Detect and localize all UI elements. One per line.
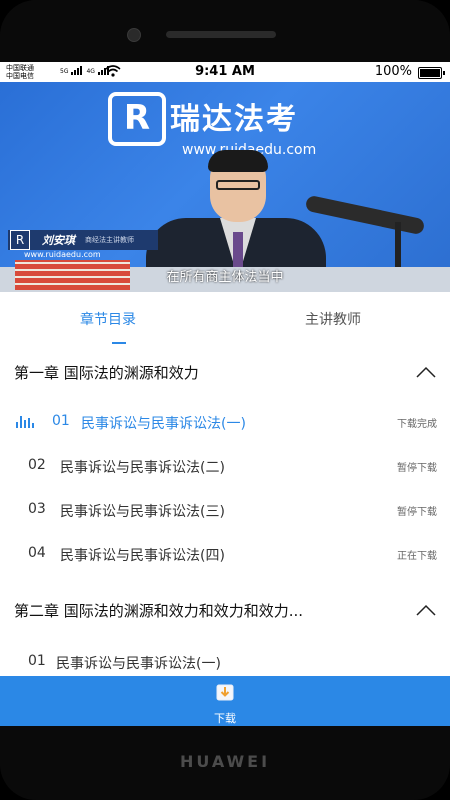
lesson-item[interactable]: 02 民事诉讼与民事诉讼法(二) 暂停下载 — [0, 444, 450, 488]
lesson-item[interactable]: 04 民事诉讼与民事诉讼法(四) 正在下载 — [0, 532, 450, 576]
download-status[interactable]: 暂停下载 — [397, 503, 437, 518]
chapter-header-1[interactable]: 第一章 国际法的渊源和效力 — [0, 350, 450, 396]
download-button-label[interactable]: 下载 — [0, 710, 450, 726]
lesson-number: 02 — [28, 457, 46, 473]
chevron-up-icon[interactable] — [416, 604, 436, 616]
device-brand-logo: HUAWEI — [179, 752, 271, 771]
tab-bar: 章节目录 主讲教师 — [0, 292, 450, 346]
lesson-number: 01 — [28, 653, 46, 669]
lesson-title: 民事诉讼与民事诉讼法(四) — [60, 548, 225, 564]
download-icon[interactable] — [215, 682, 235, 702]
lesson-title: 民事诉讼与民事诉讼法(一) — [56, 656, 221, 672]
chapter-title: 第一章 国际法的渊源和效力 — [14, 364, 199, 382]
presenter-name-tag: R 刘安琪 商经法主讲教师 — [8, 230, 158, 250]
playing-equalizer-icon — [16, 416, 34, 428]
chevron-up-icon[interactable] — [416, 366, 436, 378]
front-camera — [127, 28, 141, 42]
phone-frame: 中国联通 中国电信 5G 4G 9:41 AM 100% R 瑞达法考 www.… — [0, 0, 450, 800]
lesson-item[interactable]: 01 民事诉讼与民事诉讼法(一) 下载完成 — [0, 400, 450, 444]
earpiece-speaker — [166, 31, 276, 38]
download-status[interactable]: 暂停下载 — [397, 459, 437, 474]
lesson-number: 03 — [28, 501, 46, 517]
presenter-title: 商经法主讲教师 — [85, 236, 134, 244]
presenter-name: 刘安琪 — [42, 234, 75, 247]
name-tag-logo-icon: R — [10, 230, 30, 250]
chapter-title: 第二章 国际法的渊源和效力和效力和效力... — [14, 602, 304, 620]
screen: 中国联通 中国电信 5G 4G 9:41 AM 100% R 瑞达法考 www.… — [0, 62, 450, 726]
lesson-number: 01 — [52, 413, 70, 429]
video-subtitle: 在所有商主体法当中 — [166, 270, 284, 285]
lesson-title: 民事诉讼与民事诉讼法(二) — [60, 460, 225, 476]
lesson-title: 民事诉讼与民事诉讼法(三) — [60, 504, 225, 520]
tab-chapters[interactable]: 章节目录 — [80, 309, 136, 329]
active-tab-indicator — [112, 342, 126, 344]
battery-icon — [418, 67, 445, 79]
brand-logo-text: 瑞达法考 — [170, 102, 298, 137]
lesson-number: 04 — [28, 545, 46, 561]
battery-percent: 100% — [374, 64, 412, 79]
download-status[interactable]: 下载完成 — [397, 415, 437, 430]
status-bar: 中国联通 中国电信 5G 4G 9:41 AM 100% — [0, 62, 450, 82]
lesson-item[interactable]: 03 民事诉讼与民事诉讼法(三) 暂停下载 — [0, 488, 450, 532]
top-bezel — [0, 0, 450, 62]
lesson-title: 民事诉讼与民事诉讼法(一) — [81, 416, 246, 432]
book-url: www.ruidaedu.com — [24, 250, 101, 259]
chapter-header-2[interactable]: 第二章 国际法的渊源和效力和效力和效力... — [0, 588, 450, 634]
tab-teacher[interactable]: 主讲教师 — [305, 309, 361, 329]
bottom-bezel: HUAWEI — [0, 726, 450, 800]
brand-logo-icon: R — [108, 92, 166, 146]
download-status[interactable]: 正在下载 — [397, 547, 437, 562]
bottom-bar: 下载 — [0, 676, 450, 726]
video-player[interactable]: R 瑞达法考 www.ruidaedu.com www.ruidaedu.com… — [0, 82, 450, 292]
